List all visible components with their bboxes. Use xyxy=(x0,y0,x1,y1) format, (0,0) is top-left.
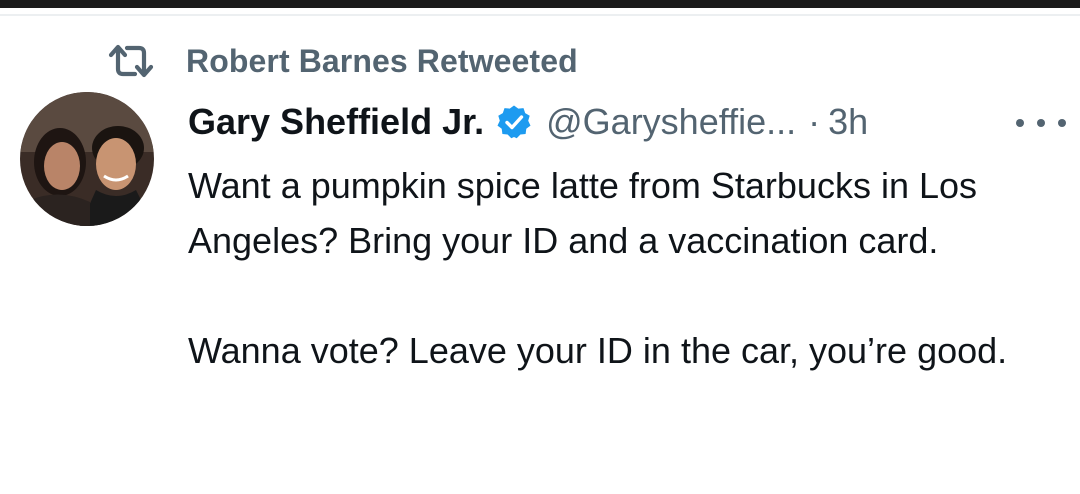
tweet-paragraph: Wanna vote? Leave your ID in the car, yo… xyxy=(188,330,1008,371)
user-avatar[interactable] xyxy=(20,92,154,226)
tweet-body: Want a pumpkin spice latte from Starbuck… xyxy=(188,158,1048,378)
user-handle[interactable]: @Garysheffie... xyxy=(546,101,796,143)
retweet-icon xyxy=(108,43,154,79)
tweet-header: Gary Sheffield Jr. @Garysheffie... · 3h xyxy=(188,98,1068,146)
verified-badge-icon xyxy=(496,104,532,140)
more-options-icon[interactable] xyxy=(1016,108,1066,138)
dot xyxy=(1058,119,1066,127)
divider xyxy=(0,14,1080,16)
tweet-paragraph: Want a pumpkin spice latte from Starbuck… xyxy=(188,165,978,261)
retweet-context[interactable]: Robert Barnes Retweeted xyxy=(108,38,578,84)
dot xyxy=(1037,119,1045,127)
top-bar xyxy=(0,0,1080,8)
retweet-label[interactable]: Robert Barnes Retweeted xyxy=(186,43,578,80)
dot xyxy=(1016,119,1024,127)
display-name[interactable]: Gary Sheffield Jr. xyxy=(188,101,484,143)
timestamp[interactable]: 3h xyxy=(828,101,868,143)
separator-dot: · xyxy=(808,101,821,142)
